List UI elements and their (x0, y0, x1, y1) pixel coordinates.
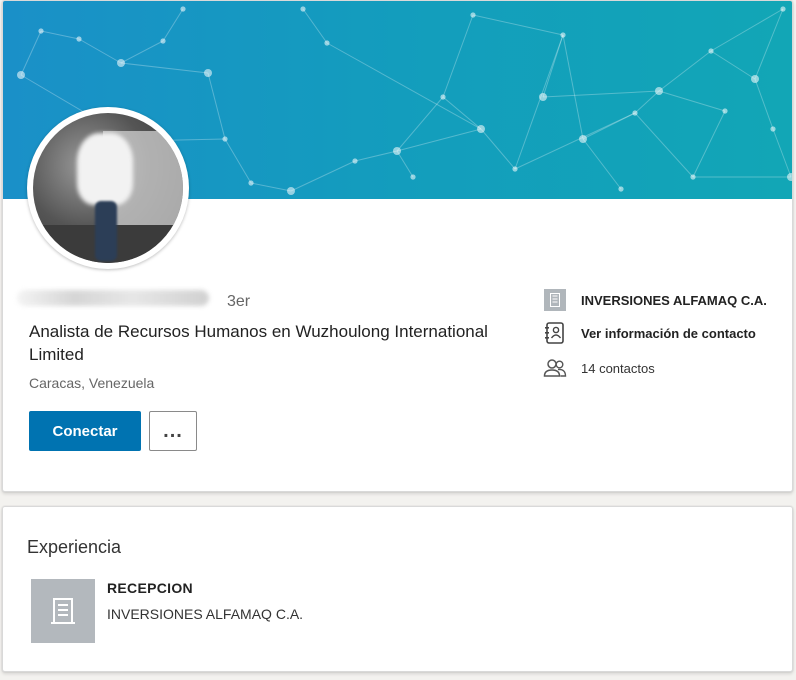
experience-title: Experiencia (27, 537, 122, 557)
connection-degree: 3er (227, 293, 251, 310)
connections-link[interactable]: 14 contactos (543, 356, 655, 380)
current-company-name: INVERSIONES ALFAMAQ C.A. (581, 292, 767, 308)
profile-photo[interactable] (27, 107, 189, 269)
company-building-icon[interactable] (31, 579, 95, 643)
more-actions-label: ... (163, 419, 183, 442)
profile-card: 3er Analista de Recursos Humanos en Wuzh… (2, 0, 793, 492)
profile-photo-image (33, 113, 183, 263)
more-actions-button[interactable]: ... (149, 411, 197, 451)
contact-info-label: Ver información de contacto (581, 325, 756, 341)
company-logo-icon (543, 288, 567, 312)
experience-section: Experiencia RECEPCION INVERSIONES ALFAMA… (2, 506, 793, 672)
profile-location: Caracas, Venezuela (29, 375, 155, 391)
profile-name-redacted (17, 290, 209, 306)
current-company-link[interactable]: INVERSIONES ALFAMAQ C.A. (543, 288, 767, 312)
profile-headline: Analista de Recursos Humanos en Wuzhoulo… (29, 322, 488, 364)
experience-company[interactable]: INVERSIONES ALFAMAQ C.A. (107, 606, 303, 622)
experience-role: RECEPCION (107, 580, 193, 596)
connections-count: 14 contactos (581, 360, 655, 376)
connect-button[interactable]: Conectar (29, 411, 141, 451)
people-icon (543, 356, 567, 380)
contact-card-icon (543, 321, 567, 345)
contact-info-link[interactable]: Ver información de contacto (543, 321, 756, 345)
